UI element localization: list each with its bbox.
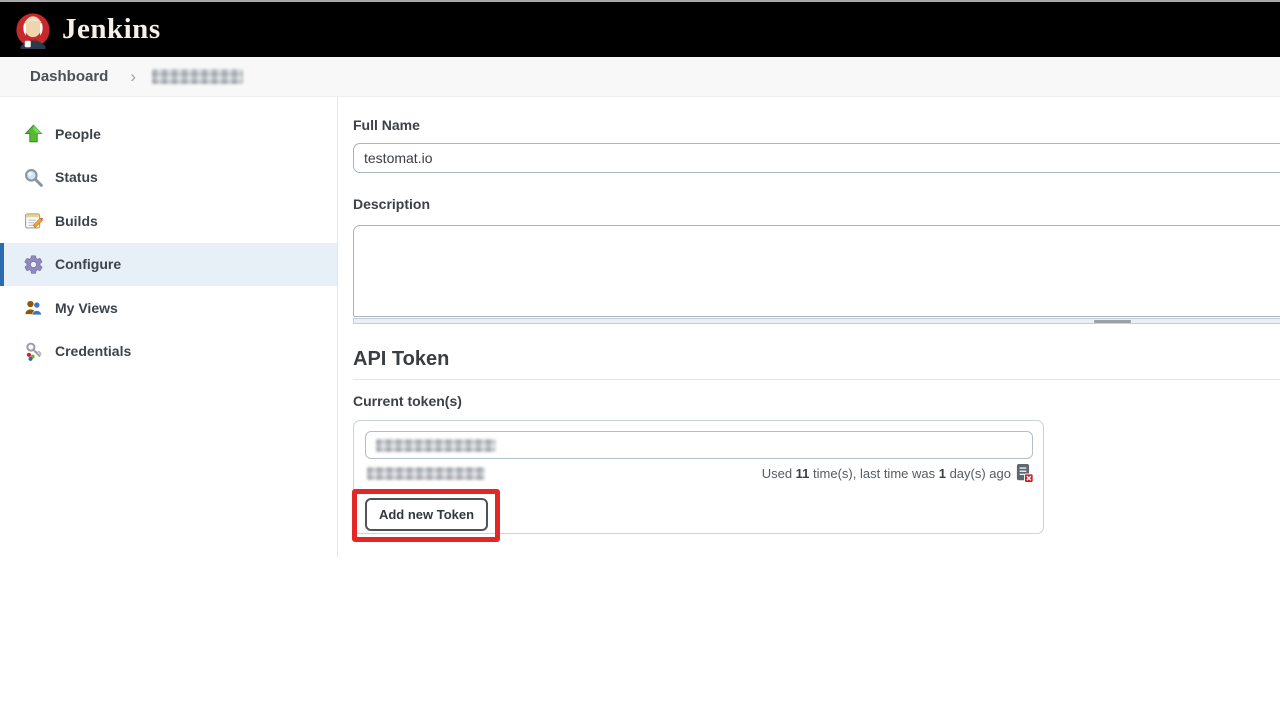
current-tokens-label: Current token(s) (353, 393, 462, 409)
jenkins-butler-logo-icon[interactable] (14, 11, 52, 49)
up-arrow-icon (23, 123, 44, 144)
sidebar-item-builds[interactable]: Builds (0, 199, 337, 243)
sidebar-item-credentials[interactable]: Credentials (0, 330, 337, 374)
sidebar-item-label: People (55, 126, 101, 142)
add-new-token-button[interactable]: Add new Token (365, 498, 488, 531)
api-token-heading: API Token (353, 348, 449, 371)
full-name-input[interactable] (353, 143, 1280, 173)
section-divider (353, 379, 1280, 380)
token-uuid-redacted (367, 467, 485, 480)
usage-text: Used 11 time(s), last time was 1 day(s) … (762, 466, 1011, 481)
sidebar-item-label: Builds (55, 213, 98, 229)
sidebar-item-label: Credentials (55, 343, 131, 359)
textarea-resize-handle[interactable] (353, 318, 1280, 324)
sidebar-item-label: Status (55, 169, 98, 185)
description-textarea[interactable] (353, 225, 1280, 317)
brand-title[interactable]: Jenkins (62, 13, 161, 46)
people-icon (23, 297, 44, 318)
chevron-right-icon: › (130, 68, 136, 85)
notepad-icon (23, 210, 44, 231)
resize-grip-icon (1094, 320, 1131, 323)
revoke-token-icon[interactable] (1016, 463, 1034, 483)
token-usage-status: Used 11 time(s), last time was 1 day(s) … (762, 463, 1034, 483)
sidebar-item-status[interactable]: Status (0, 156, 337, 200)
search-icon (23, 167, 44, 188)
breadcrumb: Dashboard › (0, 57, 1280, 97)
full-name-label: Full Name (353, 117, 420, 133)
gear-icon (23, 254, 44, 275)
credentials-icon (23, 341, 44, 362)
description-label: Description (353, 196, 430, 212)
sidebar-item-configure[interactable]: Configure (0, 243, 337, 287)
breadcrumb-dashboard-link[interactable]: Dashboard (30, 68, 108, 85)
sidebar-item-people[interactable]: People (0, 112, 337, 156)
sidebar-item-label: Configure (55, 256, 121, 272)
side-panel: People Status Builds Configure (0, 97, 338, 557)
token-name-redacted (376, 439, 496, 452)
breadcrumb-user-redacted[interactable] (152, 69, 243, 84)
usage-days: 1 (939, 466, 946, 481)
token-name-input[interactable] (365, 431, 1033, 459)
sidebar-item-my-views[interactable]: My Views (0, 286, 337, 330)
token-card: Used 11 time(s), last time was 1 day(s) … (353, 420, 1044, 534)
top-bar: Jenkins (0, 0, 1280, 57)
sidebar-item-label: My Views (55, 300, 118, 316)
usage-count: 11 (796, 466, 810, 481)
